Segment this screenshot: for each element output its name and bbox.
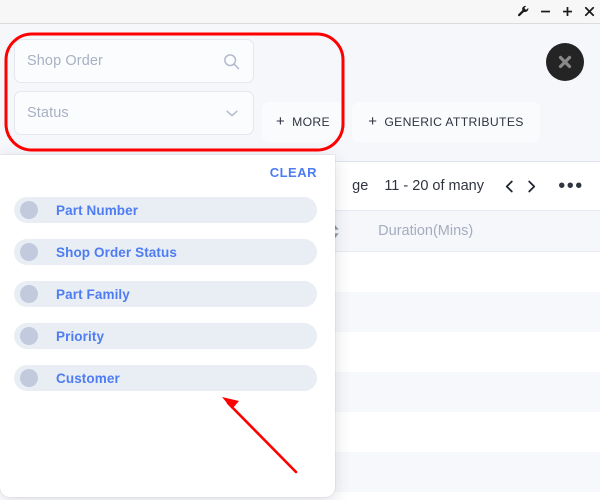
attribute-option-list: Part Number Shop Order Status Part Famil… [0,197,335,407]
close-icon[interactable] [578,1,600,23]
attribute-option-label: Priority [56,328,105,344]
status-select[interactable]: Status [14,91,254,135]
more-button-label: MORE [292,115,331,129]
next-page-icon[interactable] [520,172,542,200]
radio-icon[interactable] [20,201,38,219]
application-viewport: Shop Order Status + MORE + GENERIC ATTRI… [0,24,600,500]
radio-icon[interactable] [20,327,38,345]
generic-attributes-button[interactable]: + GENERIC ATTRIBUTES [352,102,540,142]
plus-icon: + [368,112,378,130]
attribute-option-label: Part Family [56,286,130,302]
overflow-menu-icon[interactable]: ••• [558,173,584,199]
attribute-dropdown-panel: CLEAR Part Number Shop Order Status Part… [0,155,335,497]
more-filters-button[interactable]: + MORE [262,102,344,142]
rows-per-page-label: ge [352,178,369,194]
page-range-label: 11 - 20 of many [384,178,484,194]
attribute-option-customer[interactable]: Customer [14,365,317,391]
radio-icon[interactable] [20,285,38,303]
attribute-option-part-family[interactable]: Part Family [14,281,317,307]
attribute-option-part-number[interactable]: Part Number [14,197,317,223]
close-overlay-button[interactable] [546,43,584,81]
attribute-option-label: Part Number [56,202,139,218]
attribute-option-label: Shop Order Status [56,244,177,260]
window-titlebar [0,0,600,24]
shop-order-search-input[interactable]: Shop Order [14,39,254,83]
maximize-icon[interactable] [556,1,578,23]
clear-link[interactable]: CLEAR [270,165,317,180]
previous-page-icon[interactable] [498,172,520,200]
status-placeholder: Status [27,105,69,121]
wrench-icon[interactable] [512,1,534,23]
attribute-option-shop-order-status[interactable]: Shop Order Status [14,239,317,265]
attribute-option-priority[interactable]: Priority [14,323,317,349]
generic-attributes-label: GENERIC ATTRIBUTES [384,115,524,129]
attribute-option-label: Customer [56,370,120,386]
search-icon[interactable] [222,52,241,71]
shop-order-placeholder: Shop Order [27,53,103,69]
plus-icon: + [275,112,286,130]
column-header-duration[interactable]: Duration(Mins) [378,223,473,239]
chevron-down-icon[interactable] [223,104,241,122]
radio-icon[interactable] [20,243,38,261]
radio-icon[interactable] [20,369,38,387]
filter-toolbar: Shop Order Status + MORE + GENERIC ATTRI… [0,24,600,162]
minimize-icon[interactable] [534,1,556,23]
